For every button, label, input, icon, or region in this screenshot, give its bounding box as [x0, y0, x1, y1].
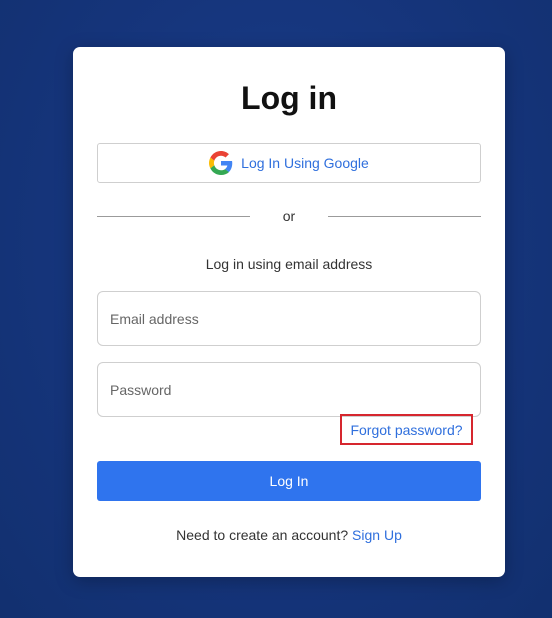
- password-field-container: [97, 362, 481, 417]
- signup-prompt: Need to create an account?: [176, 527, 349, 543]
- page-title: Log in: [241, 80, 337, 116]
- signup-link[interactable]: Sign Up: [352, 527, 402, 543]
- forgot-password-link[interactable]: Forgot password?: [340, 414, 473, 445]
- or-divider: or: [97, 206, 481, 226]
- email-login-hint: Log in using email address: [205, 256, 373, 272]
- signup-row: Need to create an account? Sign Up: [73, 525, 505, 545]
- google-icon: [209, 151, 233, 175]
- login-button[interactable]: Log In: [97, 461, 481, 501]
- google-login-button[interactable]: Log In Using Google: [97, 143, 481, 183]
- login-page: Log in Log In Using Google or Log in usi…: [0, 0, 552, 618]
- divider-line-right: [328, 216, 481, 217]
- email-field-container: [97, 291, 481, 346]
- password-field[interactable]: [98, 363, 470, 416]
- google-button-label: Log In Using Google: [241, 155, 369, 171]
- login-card: Log in Log In Using Google or Log in usi…: [73, 47, 505, 577]
- email-field[interactable]: [98, 292, 470, 345]
